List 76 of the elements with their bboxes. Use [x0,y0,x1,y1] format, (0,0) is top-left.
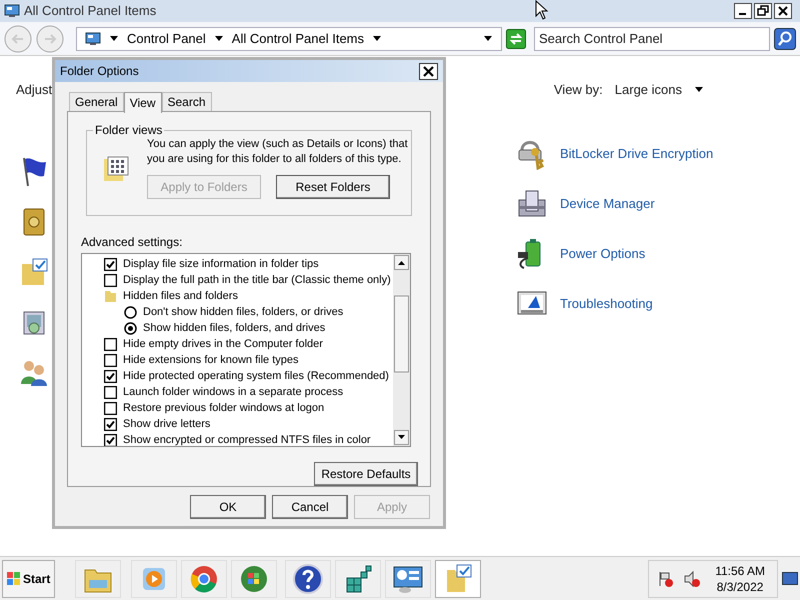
caret-icon [694,85,704,94]
view-dropdown[interactable]: Large icons [614,80,704,100]
radio-button[interactable] [124,322,137,334]
page-heading: Adjust [16,81,52,99]
checkbox[interactable] [104,338,117,350]
applet-link[interactable]: Device Manager [560,194,655,214]
tab[interactable]: General [69,92,124,111]
folder-icon [104,289,117,303]
clock-time[interactable]: 11:56 AM [715,562,765,578]
scrollbar[interactable] [393,254,410,446]
windows-logo-icon [7,572,21,586]
tab[interactable]: Search [162,92,212,111]
setting-label[interactable]: Launch folder windows in a separate process [123,384,344,400]
mouse-pointer-icon [535,0,549,20]
file-explorer-icon[interactable] [75,560,122,598]
close-icon[interactable] [774,3,792,19]
setting-label[interactable]: Display file size information in folder tips [123,256,319,272]
control-panel-icon [85,32,101,46]
show-desktop-icon[interactable] [782,572,798,586]
setting-label[interactable]: Show encrypted or compressed NTFS files in color [123,432,371,446]
help-icon[interactable] [285,560,332,598]
checkbox[interactable] [104,402,117,414]
folder-icon[interactable] [435,560,482,598]
refresh-icon[interactable] [506,28,526,48]
control-panel-icon [4,4,20,18]
dialog-button[interactable]: OK [190,495,266,519]
clock-date[interactable]: 8/3/2022 [716,578,764,594]
setting-label[interactable]: Show drive letters [123,416,210,432]
checkbox[interactable] [104,258,117,270]
setting-label: Hidden files and folders [123,288,238,304]
network-flag-icon[interactable] [657,570,676,588]
setting-label[interactable]: Show hidden files, folders, and drives [143,320,326,336]
applet-link[interactable]: BitLocker Drive Encryption [560,144,714,164]
setting-label[interactable]: Hide empty drives in the Computer folder [123,336,323,352]
close-icon[interactable] [419,62,438,80]
checkbox[interactable] [104,370,117,382]
group-legend: Folder views [93,123,164,137]
chrome-icon[interactable] [181,560,228,598]
applet-link[interactable]: Power Options [560,244,646,264]
view-by-label: View by: [554,81,603,99]
search-field[interactable]: Search Control Panel [534,26,770,50]
caret-icon[interactable] [214,34,224,43]
radio-button[interactable] [124,306,137,318]
folder-view-button[interactable]: Reset Folders [276,175,390,199]
advanced-settings-label: Advanced settings: [81,234,184,251]
registry-cubes-icon[interactable] [335,560,382,598]
windows-orb-icon[interactable] [231,560,278,598]
dialog-button[interactable]: Cancel [272,495,348,519]
applet-link[interactable]: Troubleshooting [560,294,653,314]
setting-label[interactable]: Don't show hidden files, folders, or drives [143,304,344,320]
checkbox[interactable] [104,274,117,286]
checkbox[interactable] [104,434,117,446]
checkbox[interactable] [104,386,117,398]
group-description: You can apply the view (such as Details or Icons) that you are using for this folder to all folders of this type. [147,137,409,167]
search-icon[interactable] [774,28,796,50]
setting-label[interactable]: Hide protected operating system files (Recommended) [123,368,389,384]
restore-icon[interactable] [754,3,772,19]
checkbox[interactable] [104,418,117,430]
dialog-title: Folder Options [60,63,139,80]
minimize-icon[interactable] [734,3,752,19]
speaker-muted-icon[interactable] [683,570,702,588]
window-title: All Control Panel Items [24,2,156,20]
setting-label[interactable]: Restore previous folder windows at logon [123,400,324,416]
caret-icon[interactable] [372,34,382,43]
setting-label[interactable]: Display the full path in the title bar (Classic theme only) [123,272,391,288]
restore-defaults-button[interactable]: Restore Defaults [314,462,418,486]
checkbox[interactable] [104,354,117,366]
control-panel-icon[interactable] [385,560,432,598]
setting-label[interactable]: Hide extensions for known file types [123,352,298,368]
start-button[interactable]: Start [2,560,56,598]
address-bar[interactable]: Control Panel All Control Panel Items [76,26,502,50]
breadcrumb-link[interactable]: All Control Panel Items [232,28,364,48]
breadcrumb-link[interactable]: Control Panel [127,28,206,48]
caret-icon [109,34,119,43]
caret-icon[interactable] [483,34,493,43]
tab[interactable]: View [124,92,162,113]
